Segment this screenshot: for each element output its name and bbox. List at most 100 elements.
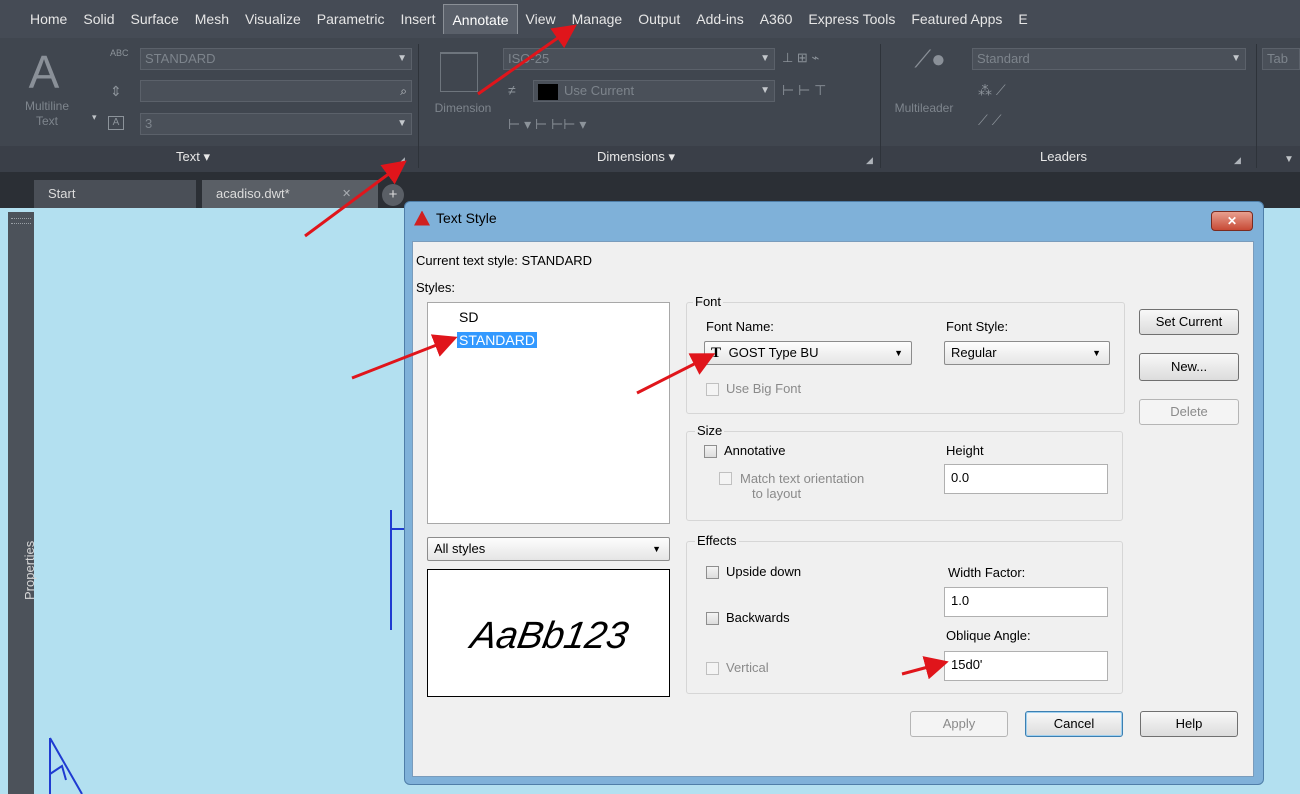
- chevron-down-icon: ▼: [760, 53, 770, 64]
- autocad-window: Home Solid Surface Mesh Visualize Parame…: [0, 0, 1300, 794]
- tab-output[interactable]: Output: [630, 4, 688, 34]
- width-factor-input[interactable]: 1.0: [944, 587, 1108, 617]
- height-input[interactable]: 0.0: [944, 464, 1108, 494]
- new-style-button[interactable]: New...: [1139, 353, 1239, 381]
- font-style-value: Regular: [951, 345, 997, 360]
- cancel-button[interactable]: Cancel: [1025, 711, 1123, 737]
- chevron-down-icon: ▼: [652, 544, 661, 554]
- help-button[interactable]: Help: [1140, 711, 1238, 737]
- leaders-panel-title[interactable]: Leaders: [1040, 149, 1087, 164]
- dialog-title-bar[interactable]: Text Style: [414, 210, 497, 226]
- match-orientation-checkbox[interactable]: [719, 472, 732, 485]
- multileader-label[interactable]: Multileader: [886, 101, 962, 116]
- dimension-style-combo[interactable]: ISO-25 ▼: [503, 48, 775, 70]
- upside-down-checkbox[interactable]: [706, 566, 719, 579]
- truetype-font-icon: T: [711, 345, 722, 361]
- dimension-layer-combo[interactable]: Use Current ▼: [533, 80, 775, 102]
- text-panel-launcher-icon[interactable]: ◢: [398, 155, 405, 166]
- match-orientation-label: Match text orientation: [740, 471, 865, 486]
- tab-solid[interactable]: Solid: [75, 4, 122, 34]
- chevron-down-icon: ▼: [1092, 348, 1101, 358]
- new-tab-button[interactable]: +: [382, 184, 404, 206]
- font-name-value: GOST Type BU: [728, 345, 819, 360]
- multiline-text-label[interactable]: Multiline Text: [20, 99, 74, 129]
- font-style-label: Font Style:: [946, 319, 1009, 334]
- add-leader-icon[interactable]: ⁂ ⟋: [978, 82, 1006, 99]
- annotative-checkbox[interactable]: [704, 445, 717, 458]
- font-name-dropdown[interactable]: T GOST Type BU ▼: [704, 341, 912, 365]
- text-panel-title[interactable]: Text ▾: [176, 149, 210, 165]
- effects-group-title: Effects: [695, 533, 739, 548]
- tab-featured-apps[interactable]: Featured Apps: [903, 4, 1010, 34]
- tab-visualize[interactable]: Visualize: [237, 4, 309, 34]
- tab-home[interactable]: Home: [22, 4, 75, 34]
- chevron-down-icon[interactable]: ▼: [1284, 154, 1294, 165]
- dimension-tools-icon[interactable]: ⊥ ⊞ ⌁: [782, 50, 819, 66]
- chevron-down-icon: ▼: [1231, 53, 1241, 64]
- dimension-continue-icon[interactable]: ⊢ ▾ ⊢ ⊢⊢ ▾: [508, 116, 586, 133]
- use-big-font-checkbox[interactable]: [706, 383, 719, 396]
- find-text-icon[interactable]: ⌕: [400, 81, 407, 101]
- set-current-button[interactable]: Set Current: [1139, 309, 1239, 335]
- tab-annotate[interactable]: Annotate: [443, 4, 518, 34]
- dimension-break-icon[interactable]: ⊢ ⊢ ⊤: [782, 82, 826, 99]
- styles-filter-value: All styles: [434, 541, 486, 556]
- table-style-combo[interactable]: Tab: [1262, 48, 1300, 70]
- tab-parametric[interactable]: Parametric: [309, 4, 393, 34]
- text-style-icon: ABC: [110, 48, 129, 58]
- dimension-icon[interactable]: [440, 52, 478, 92]
- tab-a360[interactable]: A360: [752, 4, 801, 34]
- text-style-combo[interactable]: STANDARD ▼: [140, 48, 412, 70]
- text-height-icon: ⇕: [110, 83, 122, 99]
- ucs-icon: [49, 737, 83, 794]
- tab-start[interactable]: Start: [34, 180, 196, 208]
- tab-surface[interactable]: Surface: [123, 4, 187, 34]
- tab-mesh[interactable]: Mesh: [187, 4, 237, 34]
- properties-palette-label: Properties: [22, 540, 37, 600]
- tab-insert[interactable]: Insert: [392, 4, 443, 34]
- oblique-angle-input[interactable]: 15d0': [944, 651, 1108, 681]
- tab-add-ins[interactable]: Add-ins: [688, 4, 751, 34]
- multiline-text-dropdown-icon[interactable]: ▾: [92, 112, 97, 123]
- chevron-down-icon: ▼: [397, 53, 407, 64]
- text-preview-box: AaBb123: [427, 569, 670, 697]
- align-leader-icon[interactable]: ⟋ ⟋: [978, 112, 1002, 129]
- tab-view[interactable]: View: [518, 4, 564, 34]
- delete-style-button[interactable]: Delete: [1139, 399, 1239, 425]
- apply-button[interactable]: Apply: [910, 711, 1008, 737]
- properties-palette[interactable]: [8, 212, 34, 794]
- dimensions-panel-launcher-icon[interactable]: ◢: [866, 155, 873, 166]
- text-style-value: STANDARD: [145, 51, 216, 66]
- text-find-input[interactable]: ⌕: [140, 80, 412, 102]
- multiline-text-icon[interactable]: A: [24, 49, 64, 95]
- tab-acadiso[interactable]: acadiso.dwt* ✕: [202, 180, 378, 208]
- tab-start-label: Start: [48, 186, 76, 201]
- styles-filter-dropdown[interactable]: All styles ▼: [427, 537, 670, 561]
- tab-express-tools[interactable]: Express Tools: [800, 4, 903, 34]
- dimension-label[interactable]: Dimension: [424, 101, 502, 116]
- multileader-icon[interactable]: ⟋●: [908, 48, 952, 72]
- styles-list[interactable]: SD STANDARD: [427, 302, 670, 524]
- ribbon-tab-bar: Home Solid Surface Mesh Visualize Parame…: [0, 0, 1300, 38]
- multileader-style-combo[interactable]: Standard ▼: [972, 48, 1246, 70]
- width-factor-label: Width Factor:: [948, 565, 1026, 580]
- list-item-selected[interactable]: STANDARD: [457, 332, 537, 348]
- leaders-panel-launcher-icon[interactable]: ◢: [1234, 155, 1241, 166]
- text-height-combo[interactable]: 3 ▼: [140, 113, 412, 135]
- backwards-checkbox[interactable]: [706, 612, 719, 625]
- annotative-label: Annotative: [724, 443, 786, 458]
- close-tab-icon[interactable]: ✕: [342, 180, 351, 208]
- list-item[interactable]: SD: [457, 309, 480, 325]
- dialog-close-button[interactable]: ✕: [1211, 211, 1253, 231]
- chevron-down-icon: ▼: [894, 348, 903, 358]
- vertical-checkbox[interactable]: [706, 662, 719, 675]
- palette-grip-icon[interactable]: [11, 218, 31, 224]
- font-group-title: Font: [693, 294, 724, 309]
- tab-manage[interactable]: Manage: [564, 4, 631, 34]
- layer-color-swatch: [538, 83, 558, 100]
- oblique-angle-label: Oblique Angle:: [946, 628, 1031, 643]
- size-group-title: Size: [695, 423, 725, 438]
- font-style-dropdown[interactable]: Regular ▼: [944, 341, 1110, 365]
- tab-truncated[interactable]: E: [1010, 4, 1035, 34]
- dimensions-panel-title[interactable]: Dimensions ▾: [597, 149, 675, 165]
